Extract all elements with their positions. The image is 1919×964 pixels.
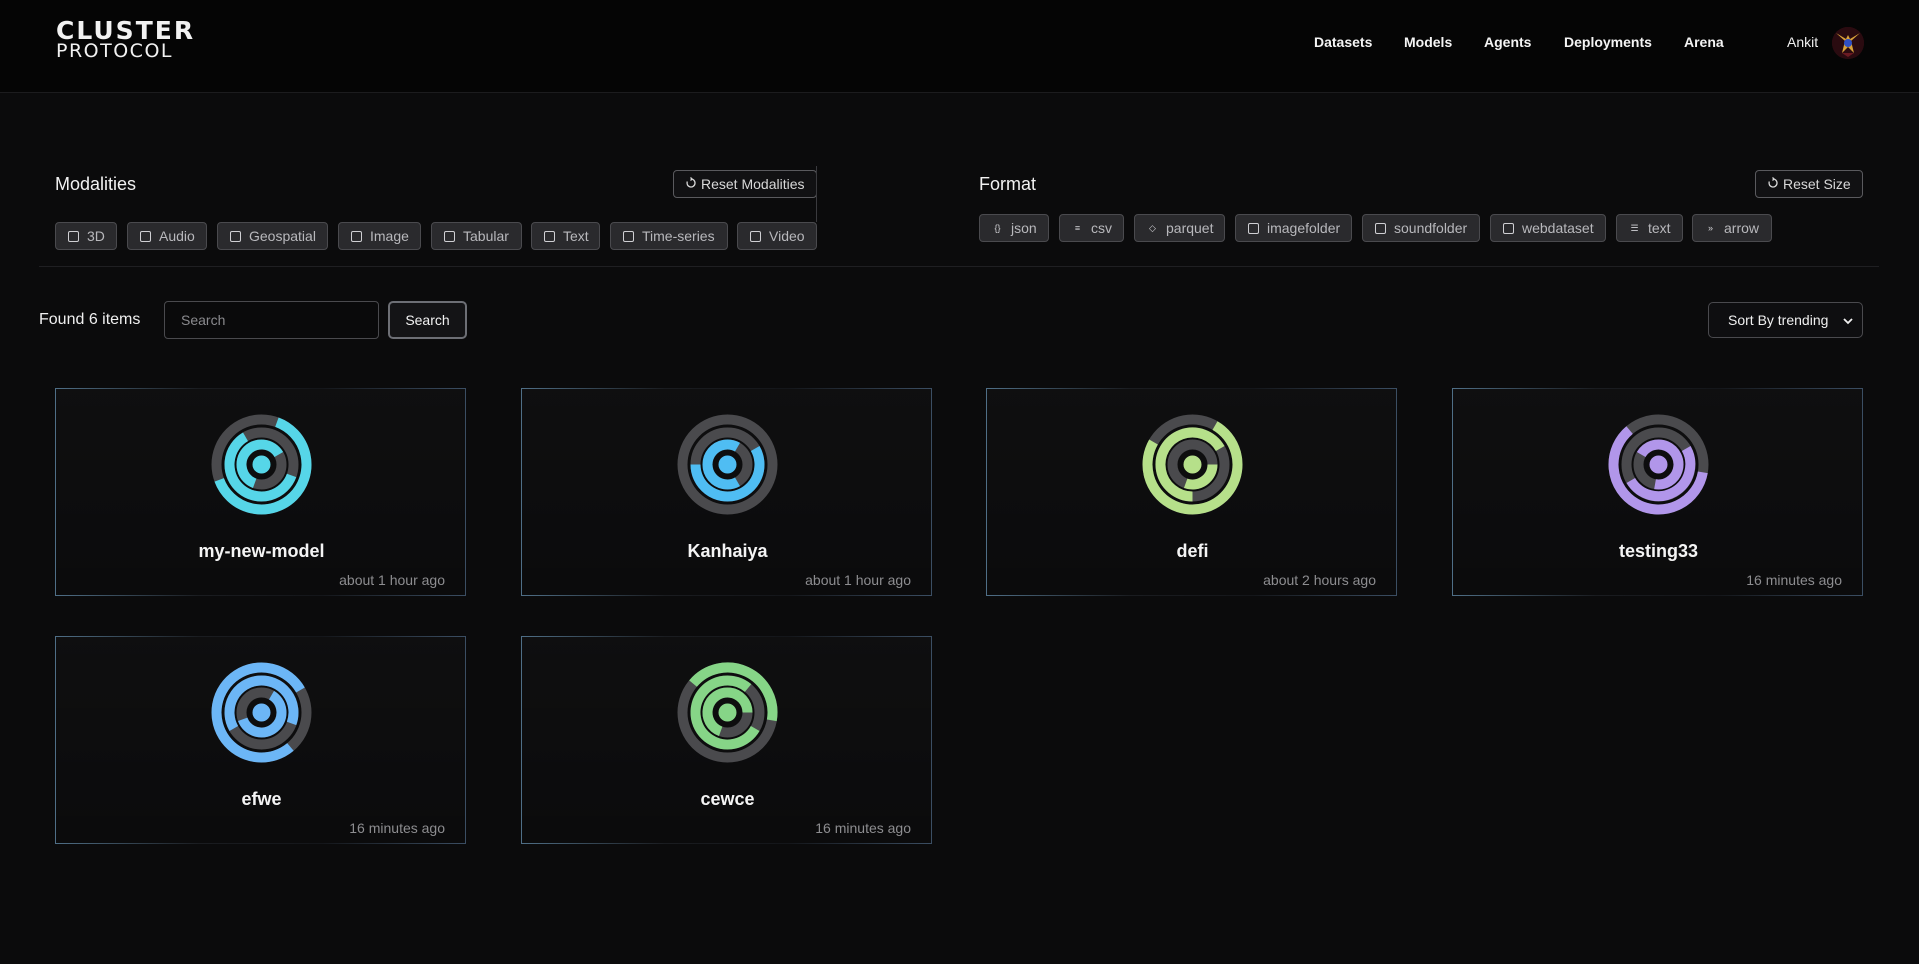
format-title: Format bbox=[979, 174, 1037, 194]
double-chevron-icon: » bbox=[1707, 223, 1713, 233]
chip-label: 3D bbox=[87, 228, 105, 244]
chip-label: imagefolder bbox=[1267, 220, 1341, 236]
reset-size-label: Reset Size bbox=[1783, 176, 1851, 192]
model-avatar-icon bbox=[211, 662, 312, 763]
model-updated-time: 16 minutes ago bbox=[1746, 572, 1842, 588]
chip-label: soundfolder bbox=[1394, 220, 1468, 236]
image-icon bbox=[351, 230, 362, 242]
chip-label: Tabular bbox=[463, 228, 509, 244]
results-count: Found 6 items bbox=[39, 311, 141, 328]
reset-modalities-button[interactable]: Reset Modalities bbox=[673, 170, 817, 198]
parquet-icon: ◇ bbox=[1149, 222, 1156, 233]
chip-label: Text bbox=[563, 228, 589, 244]
model-updated-time: 16 minutes ago bbox=[815, 820, 911, 836]
nav-deployments[interactable]: Deployments bbox=[1564, 34, 1652, 50]
model-updated-time: about 1 hour ago bbox=[339, 572, 445, 588]
model-name: testing33 bbox=[1618, 541, 1699, 561]
nav-agents[interactable]: Agents bbox=[1484, 34, 1531, 50]
nav-datasets[interactable]: Datasets bbox=[1314, 34, 1372, 50]
chip-label: webdataset bbox=[1522, 220, 1594, 236]
video-icon bbox=[750, 230, 761, 242]
chip-label: json bbox=[1011, 220, 1037, 236]
sort-select[interactable]: Sort By trending bbox=[1708, 302, 1863, 338]
chip-text-format[interactable]: ☰ text bbox=[1616, 214, 1683, 242]
model-card[interactable]: defi about 2 hours ago bbox=[986, 388, 1397, 596]
model-updated-time: 16 minutes ago bbox=[349, 820, 445, 836]
model-name: defi bbox=[1176, 541, 1209, 561]
model-updated-time: about 2 hours ago bbox=[1263, 572, 1376, 588]
chip-csv[interactable]: ≡ csv bbox=[1059, 214, 1124, 242]
timeseries-icon bbox=[623, 230, 634, 242]
reset-size-button[interactable]: Reset Size bbox=[1755, 170, 1863, 198]
audio-icon bbox=[140, 230, 151, 242]
nav-models[interactable]: Models bbox=[1404, 34, 1452, 50]
csv-icon: ≡ bbox=[1074, 223, 1081, 233]
model-card[interactable]: testing33 16 minutes ago bbox=[1452, 388, 1863, 596]
sort-label: Sort By trending bbox=[1728, 312, 1829, 328]
cube-icon bbox=[68, 230, 79, 242]
model-name: Kanhaiya bbox=[687, 541, 768, 561]
chip-parquet[interactable]: ◇ parquet bbox=[1134, 214, 1225, 242]
globe-icon bbox=[230, 230, 241, 242]
chip-arrow[interactable]: » arrow bbox=[1692, 214, 1772, 242]
top-navbar: CLUSTER PROTOCOL Datasets Models Agents … bbox=[0, 0, 1919, 93]
chip-label: Time-series bbox=[642, 228, 715, 244]
modalities-divider bbox=[816, 166, 817, 222]
folder-sound-icon bbox=[1375, 222, 1386, 234]
model-name: efwe bbox=[241, 789, 282, 809]
model-name: my-new-model bbox=[198, 541, 325, 561]
chip-geospatial[interactable]: Geospatial bbox=[217, 222, 328, 250]
chip-3d[interactable]: 3D bbox=[55, 222, 117, 250]
braces-icon: {} bbox=[994, 223, 1001, 233]
chip-label: csv bbox=[1091, 220, 1112, 236]
chevron-down-icon bbox=[1842, 314, 1854, 330]
chip-label: Video bbox=[769, 228, 805, 244]
search-button[interactable]: Search bbox=[388, 301, 467, 339]
chip-label: Audio bbox=[159, 228, 195, 244]
user-avatar[interactable] bbox=[1832, 27, 1864, 59]
chip-soundfolder[interactable]: soundfolder bbox=[1362, 214, 1480, 242]
chip-time-series[interactable]: Time-series bbox=[610, 222, 728, 250]
username-label[interactable]: Ankit bbox=[1787, 34, 1818, 50]
chip-video[interactable]: Video bbox=[737, 222, 817, 250]
model-updated-time: about 1 hour ago bbox=[805, 572, 911, 588]
chip-imagefolder[interactable]: imagefolder bbox=[1235, 214, 1352, 242]
model-name: cewce bbox=[700, 789, 755, 809]
chip-webdataset[interactable]: webdataset bbox=[1490, 214, 1606, 242]
model-avatar-icon bbox=[1608, 414, 1709, 515]
section-divider bbox=[39, 266, 1879, 267]
chip-label: parquet bbox=[1166, 220, 1214, 236]
model-avatar-icon bbox=[1142, 414, 1243, 515]
webdataset-icon bbox=[1503, 222, 1514, 234]
cluster-protocol-logo[interactable]: CLUSTER PROTOCOL bbox=[56, 16, 200, 63]
model-card[interactable]: my-new-model about 1 hour ago bbox=[55, 388, 466, 596]
reset-modalities-label: Reset Modalities bbox=[701, 176, 805, 192]
logo-line-1: CLUSTER bbox=[56, 16, 196, 45]
chip-text[interactable]: Text bbox=[531, 222, 600, 250]
model-card[interactable]: Kanhaiya about 1 hour ago bbox=[521, 388, 932, 596]
model-card[interactable]: cewce 16 minutes ago bbox=[521, 636, 932, 844]
chip-image[interactable]: Image bbox=[338, 222, 421, 250]
lines-icon: ☰ bbox=[1630, 222, 1639, 233]
table-icon bbox=[444, 230, 455, 242]
nav-arena[interactable]: Arena bbox=[1684, 34, 1724, 50]
chip-label: text bbox=[1648, 220, 1671, 236]
chip-label: arrow bbox=[1724, 220, 1760, 236]
chip-tabular[interactable]: Tabular bbox=[431, 222, 522, 250]
chip-label: Image bbox=[370, 228, 409, 244]
model-avatar-icon bbox=[677, 414, 778, 515]
model-avatar-icon bbox=[211, 414, 312, 515]
reset-icon bbox=[685, 176, 697, 192]
reset-icon bbox=[1767, 176, 1779, 192]
chip-label: Geospatial bbox=[249, 228, 316, 244]
text-icon bbox=[544, 230, 555, 242]
chip-json[interactable]: {} json bbox=[979, 214, 1049, 242]
search-input[interactable] bbox=[164, 301, 379, 339]
folder-image-icon bbox=[1248, 222, 1259, 234]
model-avatar-icon bbox=[677, 662, 778, 763]
modalities-title: Modalities bbox=[55, 174, 137, 194]
chip-audio[interactable]: Audio bbox=[127, 222, 207, 250]
model-card[interactable]: efwe 16 minutes ago bbox=[55, 636, 466, 844]
